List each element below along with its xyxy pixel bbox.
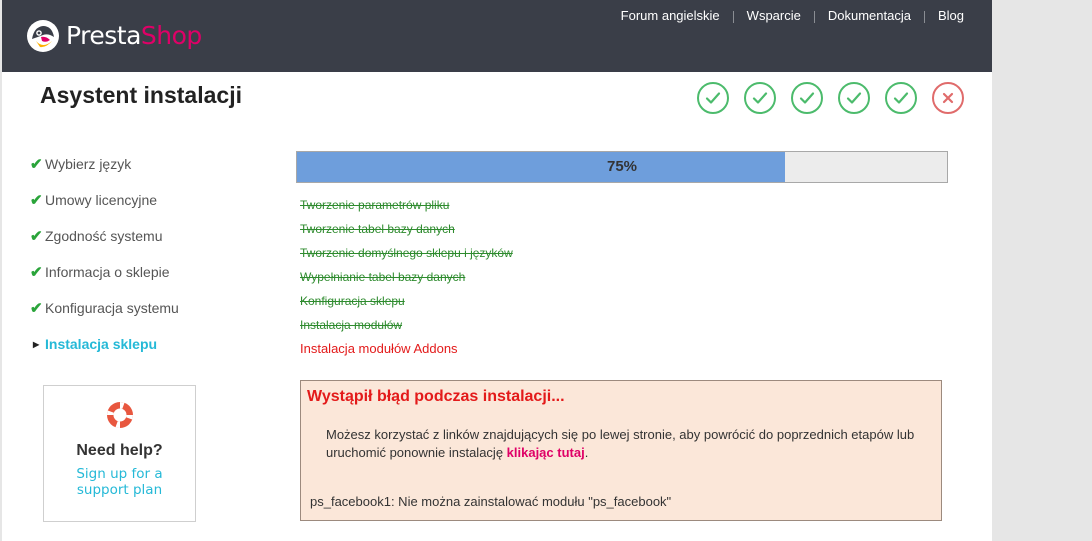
retry-install-link[interactable]: klikając tutaj: [507, 445, 585, 460]
error-message: Możesz korzystać z linków znajdujących s…: [326, 426, 926, 462]
sidebar-item-system-compatibility[interactable]: ✔ Zgodność systemu: [30, 218, 270, 254]
progress-label: 75%: [606, 158, 638, 175]
page-title: Asystent instalacji: [40, 82, 242, 108]
sidebar-item-label: Instalacja sklepu: [45, 336, 158, 352]
step-done-check-icon: [697, 82, 729, 114]
nav-link-forum[interactable]: Forum angielskie: [621, 8, 720, 23]
step-error-cross-icon: [932, 82, 964, 114]
puffin-logo-icon: [27, 20, 59, 52]
sidebar-item-store-installation[interactable]: ▶ Instalacja sklepu: [30, 326, 270, 362]
task-item: Instalacja modułów Addons: [300, 341, 458, 356]
step-status-indicators: [697, 82, 979, 114]
sidebar-item-store-info[interactable]: ✔ Informacja o sklepie: [30, 254, 270, 290]
nav-link-support[interactable]: Wsparcie: [747, 8, 801, 23]
step-done-check-icon: [838, 82, 870, 114]
logo-text: PrestaShop: [66, 19, 202, 53]
nav-separator: [813, 11, 815, 23]
nav-separator: [732, 11, 734, 23]
sidebar-item-label: Wybierz język: [45, 156, 132, 172]
logo-shop-text: Shop: [140, 21, 202, 50]
error-message-end: .: [584, 445, 589, 460]
task-item: Tworzenie tabel bazy danych: [300, 222, 455, 236]
error-title: Wystąpił błąd podczas instalacji...: [307, 388, 565, 405]
sidebar-item-license[interactable]: ✔ Umowy licencyjne: [30, 182, 270, 218]
checkmark-icon: ✔: [30, 192, 43, 209]
help-title: Need help?: [76, 442, 163, 459]
sidebar-item-label: Umowy licencyjne: [45, 192, 158, 208]
error-message-text: Możesz korzystać z linków znajdujących s…: [326, 427, 915, 460]
checkmark-icon: ✔: [30, 264, 43, 281]
sidebar-item-system-config[interactable]: ✔ Konfiguracja systemu: [30, 290, 270, 326]
sidebar-item-label: Zgodność systemu: [45, 228, 163, 244]
install-progress-bar: 75%: [296, 151, 948, 183]
task-item: Tworzenie parametrów pliku: [300, 198, 450, 212]
install-steps-sidebar: ✔ Wybierz język ✔ Umowy licencyjne ✔ Zgodno…: [30, 146, 270, 362]
checkmark-icon: ✔: [30, 300, 43, 317]
task-item: Wypełnianie tabel bazy danych: [300, 270, 466, 284]
checkmark-icon: ✔: [30, 228, 43, 245]
step-done-check-icon: [885, 82, 917, 114]
task-item: Konfiguracja sklepu: [300, 294, 405, 308]
caret-right-icon: ▶: [33, 339, 40, 349]
nav-link-documentation[interactable]: Dokumentacja: [828, 8, 911, 23]
top-navigation: Forum angielskie Wsparcie Dokumentacja B…: [621, 8, 964, 23]
step-done-check-icon: [791, 82, 823, 114]
checkmark-icon: ✔: [30, 156, 43, 173]
install-task-list: Tworzenie parametrów pliku Tworzenie tab…: [300, 193, 513, 361]
help-box: Need help? Sign up for a support plan: [43, 385, 196, 522]
task-item: Instalacja modułów: [300, 318, 403, 332]
sidebar-item-label: Konfiguracja systemu: [45, 300, 179, 316]
nav-link-blog[interactable]: Blog: [938, 8, 964, 23]
step-done-check-icon: [744, 82, 776, 114]
lifebuoy-icon: [106, 402, 133, 428]
sidebar-item-language[interactable]: ✔ Wybierz język: [30, 146, 270, 182]
logo-presta-text: Presta: [66, 21, 141, 50]
page: PrestaShop Forum angielskie Wsparcie Dok…: [2, 0, 992, 541]
prestashop-logo[interactable]: PrestaShop: [26, 19, 202, 53]
sidebar-item-label: Informacja o sklepie: [45, 264, 170, 280]
task-item: Tworzenie domyślnego sklepu i języków: [300, 246, 513, 260]
nav-separator: [923, 11, 925, 23]
error-detail: ps_facebook1: Nie można zainstalować mod…: [310, 494, 672, 509]
header: PrestaShop Forum angielskie Wsparcie Dok…: [2, 0, 992, 72]
support-plan-link[interactable]: Sign up for a support plan: [44, 466, 195, 498]
error-box: Wystąpił błąd podczas instalacji... Może…: [300, 380, 942, 521]
